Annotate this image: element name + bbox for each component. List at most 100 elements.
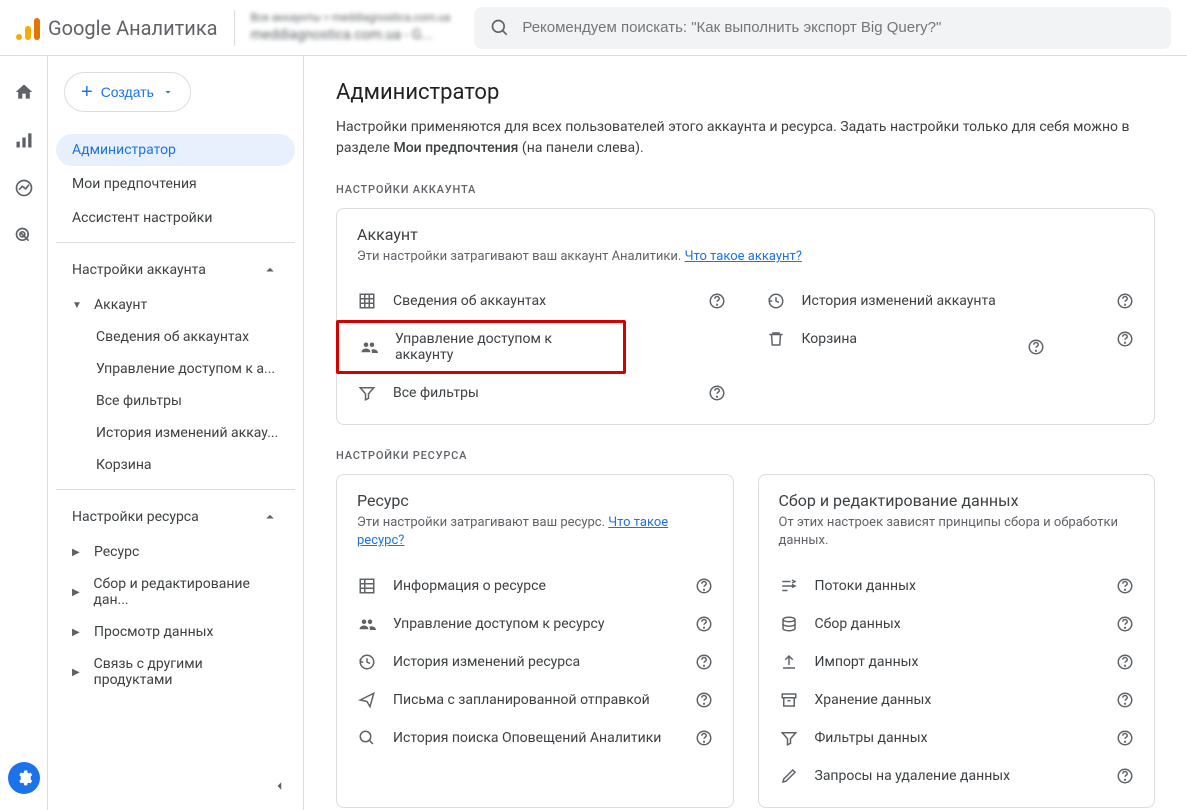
card-desc: Эти настройки затрагивают ваш ресурс. Чт…	[357, 514, 713, 550]
link-resource-history[interactable]: История изменений ресурса	[337, 643, 733, 681]
caret-right-icon: ▶	[72, 627, 84, 638]
funnel-icon	[357, 384, 377, 402]
account-selector[interactable]: Все аккаунты > meddiagnostica.com.ua med…	[251, 11, 451, 43]
plus-icon: +	[81, 81, 93, 104]
account-path: Все аккаунты > meddiagnostica.com.ua	[251, 11, 451, 25]
home-icon[interactable]	[12, 80, 36, 104]
sub-label: Аккаунт	[94, 297, 147, 313]
what-is-account-link[interactable]: Что такое аккаунт?	[685, 249, 802, 264]
help-icon[interactable]	[695, 615, 713, 633]
link-label: Управление доступом к аккаунту	[395, 331, 603, 363]
sub-trash[interactable]: Корзина	[56, 449, 295, 481]
nav-admin[interactable]: Администратор	[56, 134, 295, 166]
section-label: Настройки аккаунта	[72, 262, 206, 278]
search-icon	[490, 18, 510, 38]
help-icon[interactable]	[1116, 330, 1134, 348]
search-input[interactable]	[522, 19, 1155, 36]
link-data-collection[interactable]: Сбор данных	[759, 605, 1155, 643]
link-label: Корзина	[802, 331, 1101, 347]
card-title: Ресурс	[357, 491, 713, 510]
link-label: Хранение данных	[815, 692, 1101, 708]
help-icon[interactable]	[1116, 577, 1134, 595]
sub-account-details[interactable]: Сведения об аккаунтах	[56, 321, 295, 353]
link-change-history[interactable]: История изменений аккаунта	[746, 282, 1155, 320]
link-data-deletion[interactable]: Запросы на удаление данных	[759, 757, 1155, 795]
section-label-account: НАСТРОЙКИ АККАУНТА	[336, 183, 1155, 196]
link-scheduled-emails[interactable]: Письма с запланированной отправкой	[337, 681, 733, 719]
archive-icon	[779, 691, 799, 709]
link-account-access[interactable]: Управление доступом к аккаунту	[336, 320, 626, 374]
link-label: История изменений аккаунта	[802, 293, 1101, 309]
sub-change-history[interactable]: История изменений аккау...	[56, 417, 295, 449]
help-icon[interactable]	[695, 691, 713, 709]
pencil-icon	[779, 767, 799, 785]
help-icon[interactable]	[695, 729, 713, 747]
sub-account[interactable]: ▼ Аккаунт	[56, 289, 295, 321]
page-title: Администратор	[336, 80, 1155, 105]
explore-icon[interactable]	[12, 176, 36, 200]
divider	[56, 242, 295, 243]
link-all-filters[interactable]: Все фильтры	[337, 374, 746, 412]
help-icon[interactable]	[708, 292, 726, 310]
grid-icon	[357, 292, 377, 310]
database-icon	[779, 615, 799, 633]
card-desc: Эти настройки затрагивают ваш аккаунт Ан…	[357, 248, 1134, 266]
people-icon	[359, 338, 379, 356]
sub-view[interactable]: ▶Просмотр данных	[56, 616, 295, 648]
sub-link[interactable]: ▶Связь с другими продуктами	[56, 648, 295, 696]
nav-setup-assistant[interactable]: Ассистент настройки	[56, 202, 295, 234]
link-label: Управление доступом к ресурсу	[393, 616, 679, 632]
help-icon[interactable]	[1116, 767, 1134, 785]
link-label: Запросы на удаление данных	[815, 768, 1101, 784]
help-icon[interactable]	[1116, 653, 1134, 671]
link-resource-info[interactable]: Информация о ресурсе	[337, 567, 733, 605]
create-button-label: Создать	[101, 84, 154, 100]
sub-label: Сбор и редактирование дан...	[93, 576, 279, 608]
caret-down-icon: ▼	[72, 300, 84, 311]
help-icon[interactable]	[1116, 691, 1134, 709]
sub-all-filters[interactable]: Все фильтры	[56, 385, 295, 417]
account-card: Аккаунт Эти настройки затрагивают ваш ак…	[336, 208, 1155, 425]
link-label: История поиска Оповещений Аналитики	[393, 730, 679, 746]
link-alerts-history[interactable]: История поиска Оповещений Аналитики	[337, 719, 733, 757]
advertising-icon[interactable]	[12, 224, 36, 248]
top-bar: Google Аналитика Все аккаунты > meddiagn…	[0, 0, 1187, 56]
card-desc: От этих настроек зависят принципы сбора …	[779, 514, 1135, 550]
link-account-details[interactable]: Сведения об аккаунтах	[337, 282, 746, 320]
side-panel: + Создать Администратор Мои предпочтения…	[48, 56, 304, 810]
section-account-settings[interactable]: Настройки аккаунта	[56, 251, 295, 289]
create-button[interactable]: + Создать	[64, 72, 191, 112]
help-icon[interactable]	[695, 577, 713, 595]
help-icon[interactable]	[1116, 729, 1134, 747]
sub-label: Связь с другими продуктами	[94, 656, 279, 688]
link-data-import[interactable]: Импорт данных	[759, 643, 1155, 681]
link-resource-access[interactable]: Управление доступом к ресурсу	[337, 605, 733, 643]
nav-preferences[interactable]: Мои предпочтения	[56, 168, 295, 200]
help-icon[interactable]	[1116, 615, 1134, 633]
help-icon[interactable]	[708, 384, 726, 402]
chevron-up-icon	[261, 261, 279, 279]
settings-gear-icon[interactable]	[8, 762, 40, 794]
subtitle-bold: Мои предпочтения	[393, 140, 518, 156]
reports-icon[interactable]	[12, 128, 36, 152]
history-icon	[766, 292, 786, 310]
caret-down-icon	[162, 86, 174, 98]
page-subtitle: Настройки применяются для всех пользоват…	[336, 117, 1155, 159]
collapse-panel-icon[interactable]	[267, 774, 291, 798]
section-resource-settings[interactable]: Настройки ресурса	[56, 498, 295, 536]
history-icon	[357, 653, 377, 671]
sub-account-access[interactable]: Управление доступом к а...	[56, 353, 295, 385]
link-data-streams[interactable]: Потоки данных	[759, 567, 1155, 605]
funnel-icon	[779, 729, 799, 747]
help-icon[interactable]	[695, 653, 713, 671]
alert-icon	[357, 729, 377, 747]
link-trash[interactable]: Корзина	[746, 320, 1155, 358]
link-data-filters[interactable]: Фильтры данных	[759, 719, 1155, 757]
sub-collection[interactable]: ▶Сбор и редактирование дан...	[56, 568, 295, 616]
search-box[interactable]	[474, 7, 1171, 49]
help-icon[interactable]	[1116, 292, 1134, 310]
link-data-retention[interactable]: Хранение данных	[759, 681, 1155, 719]
brand-wrap: Google Аналитика	[16, 10, 235, 46]
sub-resource[interactable]: ▶Ресурс	[56, 536, 295, 568]
data-collection-card: Сбор и редактирование данных От этих нас…	[758, 474, 1156, 807]
